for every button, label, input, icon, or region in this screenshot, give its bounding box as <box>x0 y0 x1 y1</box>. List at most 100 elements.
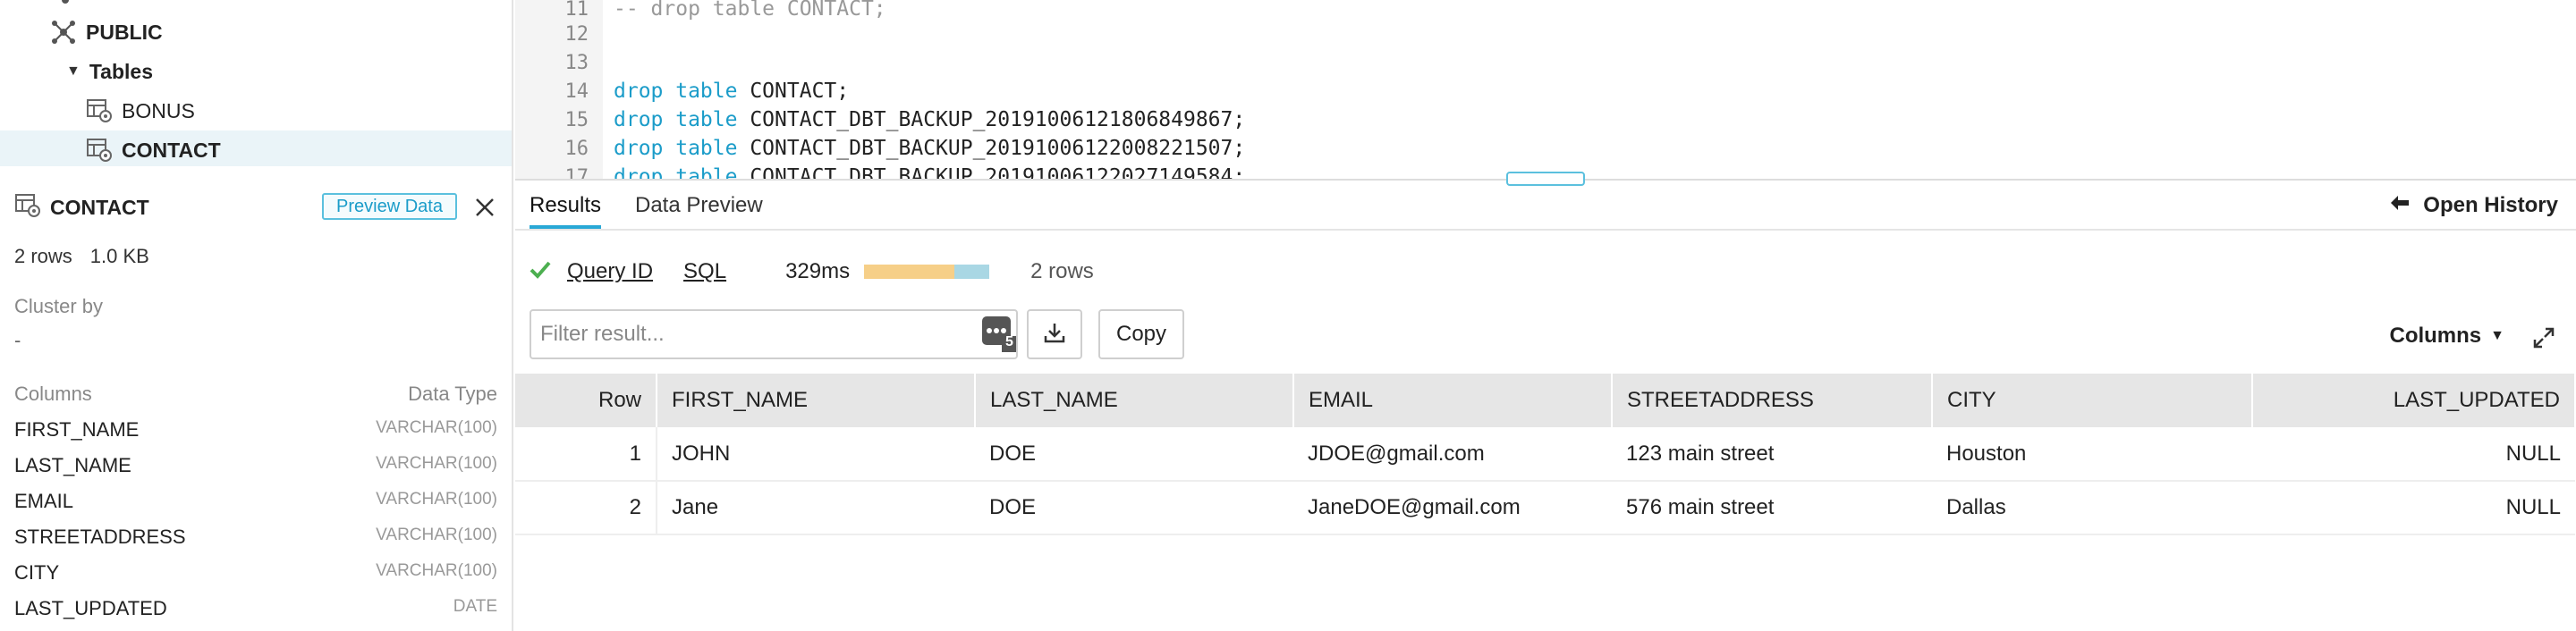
table-cell[interactable]: Dallas <box>1932 481 2252 535</box>
results-table: Row FIRST_NAME LAST_NAME EMAIL STREETADD… <box>515 374 2576 535</box>
table-cell[interactable]: JaneDOE@gmail.com <box>1293 481 1612 535</box>
table-row[interactable]: 2 Jane DOE JaneDOE@gmail.com 576 main st… <box>515 481 2575 535</box>
tree-item-bonus[interactable]: BONUS <box>0 91 512 130</box>
query-progress-bar <box>864 265 990 279</box>
download-icon <box>1043 321 1066 349</box>
line-number: 11 <box>564 0 589 21</box>
table-header-row: Row FIRST_NAME LAST_NAME EMAIL STREETADD… <box>515 374 2576 427</box>
table-cell[interactable]: 123 main street <box>1612 427 1932 482</box>
code-text: CONTACT_DBT_BACKUP_20191006121806849867; <box>737 108 1246 131</box>
open-history-button[interactable]: Open History <box>2389 193 2558 218</box>
column-name: EMAIL <box>14 490 74 512</box>
column-name: LAST_NAME <box>14 454 131 476</box>
code-text: CONTACT_DBT_BACKUP_20191006122027149584; <box>737 165 1246 181</box>
filter-box: 5 <box>530 309 1018 359</box>
columns-label: Columns <box>14 383 92 405</box>
column-header[interactable]: LAST_NAME <box>975 374 1294 427</box>
column-header[interactable]: Row <box>515 374 657 427</box>
tree-item-contact[interactable]: CONTACT <box>0 130 512 166</box>
table-cell[interactable]: NULL <box>2252 481 2575 535</box>
close-icon[interactable] <box>472 195 497 220</box>
code-keyword: drop table <box>614 165 738 181</box>
code-line: 13 <box>515 48 2576 77</box>
copy-button[interactable]: Copy <box>1098 309 1184 359</box>
code-text: CONTACT_DBT_BACKUP_20191006122008221507; <box>737 137 1246 160</box>
column-header[interactable]: STREETADDRESS <box>1612 374 1933 427</box>
tab-data-preview[interactable]: Data Preview <box>635 193 763 229</box>
cluster-value: - <box>14 329 21 351</box>
column-type: VARCHAR(100) <box>376 418 497 437</box>
results-tabs: Results Data Preview Open History <box>515 182 2576 231</box>
column-type: VARCHAR(100) <box>376 561 497 580</box>
detail-title: CONTACT <box>50 195 149 219</box>
code-line: 15 drop table CONTACT_DBT_BACKUP_20191006… <box>515 105 2576 134</box>
code-keyword: drop table <box>614 137 738 160</box>
line-number: 14 <box>564 80 589 103</box>
progress-compile <box>864 265 954 279</box>
table-icon <box>14 193 41 223</box>
column-name: LAST_UPDATED <box>14 597 167 619</box>
download-button[interactable] <box>1027 309 1082 359</box>
column-type: VARCHAR(100) <box>376 526 497 544</box>
line-number: 15 <box>564 108 589 131</box>
table-cell[interactable]: 576 main street <box>1612 481 1932 535</box>
table-row[interactable]: 1 JOHN DOE JDOE@gmail.com 123 main stree… <box>515 427 2575 482</box>
expand-icon[interactable] <box>2529 324 2558 352</box>
detail-header: CONTACT Preview Data <box>14 193 497 222</box>
columns-header: Columns Data Type <box>14 383 497 406</box>
progress-exec <box>953 265 990 279</box>
column-header[interactable]: LAST_UPDATED <box>2252 374 2576 427</box>
table-icon <box>84 96 114 126</box>
sql-link[interactable]: SQL <box>683 259 726 284</box>
open-history-label: Open History <box>2423 193 2558 217</box>
column-row: LAST_NAME VARCHAR(100) <box>14 454 497 477</box>
query-status-bar: Query ID SQL 329ms 2 rows <box>530 254 1094 290</box>
tree-item-label: BONUS <box>122 98 195 122</box>
column-header[interactable]: FIRST_NAME <box>657 374 976 427</box>
preview-data-button[interactable]: Preview Data <box>322 193 457 220</box>
columns-dropdown-label: Columns <box>2389 324 2482 348</box>
line-number: 17 <box>564 165 589 181</box>
table-cell[interactable]: Houston <box>1932 427 2252 482</box>
row-count: 2 rows <box>14 245 72 267</box>
result-row-count: 2 rows <box>1030 259 1094 283</box>
column-header[interactable]: EMAIL <box>1293 374 1613 427</box>
schema-label: PUBLIC <box>86 20 163 44</box>
column-type: VARCHAR(100) <box>376 490 497 509</box>
column-header[interactable]: CITY <box>1932 374 2253 427</box>
code-line: 14 drop table CONTACT; <box>515 77 2576 105</box>
table-cell[interactable]: JOHN <box>657 427 975 482</box>
filter-input[interactable] <box>540 322 961 347</box>
column-row: LAST_UPDATED DATE <box>14 597 497 620</box>
filter-badge: 5 <box>1005 334 1013 349</box>
table-cell[interactable]: NULL <box>2252 427 2575 482</box>
table-cell[interactable]: 2 <box>515 481 657 535</box>
query-duration: 329ms <box>785 259 851 283</box>
left-panel: PUBLIC ▼ Tables BONUS CONTACT CONTACT Pr… <box>0 0 513 631</box>
more-options-icon[interactable]: 5 <box>982 316 1016 352</box>
line-number: 12 <box>564 22 589 46</box>
tree-row-tables[interactable]: ▼ Tables <box>0 52 512 91</box>
table-cell[interactable]: DOE <box>975 427 1293 482</box>
caret-down-icon: ▼ <box>2490 328 2504 343</box>
table-cell[interactable]: Jane <box>657 481 975 535</box>
tree-row-schema[interactable]: PUBLIC <box>0 13 512 52</box>
table-size: 1.0 KB <box>89 245 149 267</box>
table-cell[interactable]: JDOE@gmail.com <box>1293 427 1612 482</box>
column-name: STREETADDRESS <box>14 526 186 548</box>
tab-results[interactable]: Results <box>530 193 602 229</box>
tree-item-label: CONTACT <box>122 138 221 162</box>
columns-dropdown[interactable]: Columns ▼ <box>2389 324 2504 349</box>
sql-editor[interactable]: 11 -- drop table CONTACT; 12 13 14 drop ta… <box>515 0 2576 181</box>
table-cell[interactable]: DOE <box>975 481 1293 535</box>
column-name: CITY <box>14 561 60 584</box>
results-panel: Results Data Preview Open History Query … <box>515 182 2576 631</box>
table-cell[interactable]: 1 <box>515 427 657 482</box>
line-number: 13 <box>564 51 589 74</box>
code-keyword: drop table <box>614 108 738 131</box>
object-tree: PUBLIC ▼ Tables BONUS CONTACT <box>0 0 512 166</box>
table-detail-panel: CONTACT Preview Data 2 rows 1.0 KB Cluste… <box>0 175 512 631</box>
query-id-link[interactable]: Query ID <box>567 259 653 284</box>
table-icon <box>84 135 114 165</box>
caret-down-icon[interactable]: ▼ <box>66 63 80 80</box>
